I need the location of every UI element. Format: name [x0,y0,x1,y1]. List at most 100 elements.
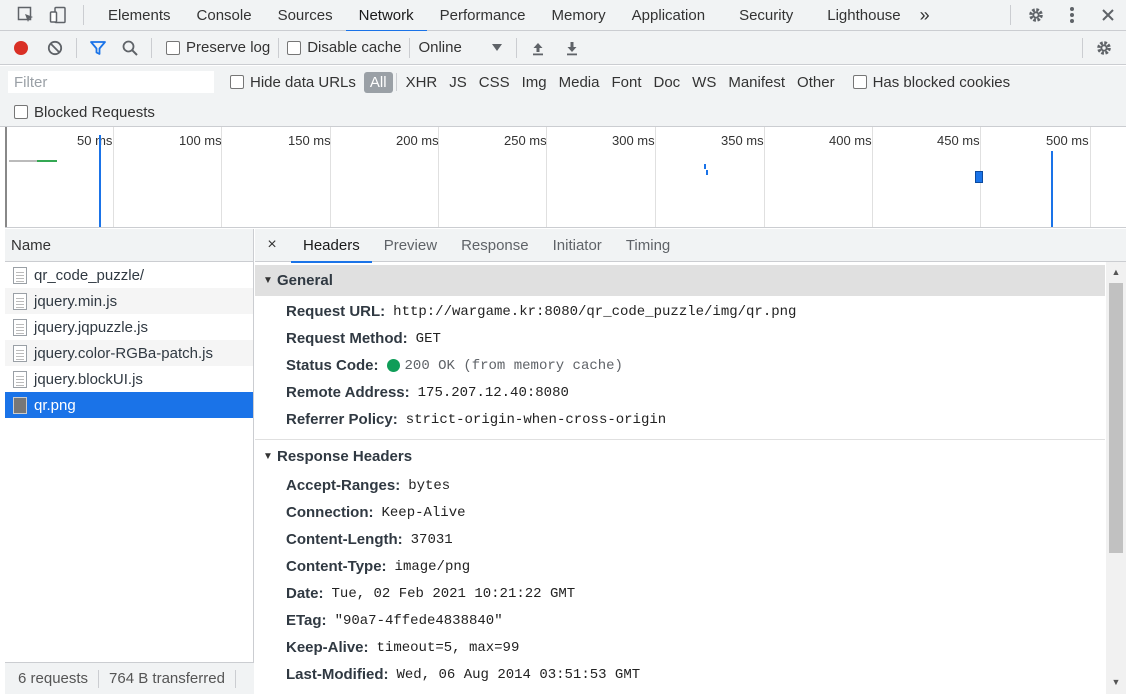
network-settings-gear-icon[interactable] [1091,35,1117,61]
dom-content-loaded-marker [99,135,101,227]
filter-type-css[interactable]: CSS [473,72,516,93]
toolbar-separator [151,37,152,58]
list-item[interactable]: jquery.blockUI.js [5,366,253,392]
clear-icon[interactable] [42,35,68,61]
scroll-up-arrow-icon[interactable]: ▲ [1106,264,1126,280]
general-section-header[interactable]: ▼ General [255,265,1105,296]
header-key: Content-Type: [286,558,387,575]
blocked-requests-checkbox[interactable]: Blocked Requests [14,104,155,121]
tab-security[interactable]: Security [726,0,806,31]
header-value: Keep-Alive [381,504,466,521]
filter-type-other[interactable]: Other [791,72,841,93]
has-blocked-cookies-checkbox[interactable]: Has blocked cookies [852,74,1010,91]
close-devtools-icon[interactable] [1098,5,1118,25]
tab-performance[interactable]: Performance [427,0,539,31]
tab-response[interactable]: Response [449,229,541,262]
checkbox-box[interactable] [14,105,28,119]
header-value: 200 OK (from memory cache) [404,357,623,374]
tab-elements[interactable]: Elements [95,0,184,31]
filter-type-js[interactable]: JS [443,72,473,93]
overview-tick-label: 150 ms [288,133,331,148]
filter-type-media[interactable]: Media [553,72,606,93]
details-scrollbar[interactable]: ▲ ▼ [1106,262,1126,694]
summary-separator [234,669,236,688]
tab-initiator[interactable]: Initiator [541,229,614,262]
blocked-requests-label: Blocked Requests [34,103,155,121]
filter-input[interactable] [8,71,214,93]
header-row: Referrer Policy: strict-origin-when-cross… [255,406,1106,433]
preserve-log-checkbox[interactable]: Preserve log [166,39,270,56]
inspect-element-icon[interactable] [16,5,36,25]
response-headers-title: Response Headers [277,448,413,465]
preserve-log-label: Preserve log [186,39,271,56]
scroll-down-arrow-icon[interactable]: ▼ [1106,674,1126,690]
overview-gridline [1090,127,1091,227]
list-item[interactable]: jquery.min.js [5,288,253,314]
tab-sources[interactable]: Sources [265,0,346,31]
disable-cache-checkbox[interactable]: Disable cache [287,39,401,56]
filter-type-all[interactable]: All [363,71,393,93]
checkbox-box[interactable] [287,40,302,55]
header-value: http://wargame.kr:8080/qr_code_puzzle/im… [393,303,797,320]
request-name: jquery.blockUI.js [34,370,143,388]
header-row: Status Code: 200 OK (from memory cache) [255,352,1106,379]
hide-data-urls-label: Hide data URLs [250,73,356,91]
toolbar-separator [409,37,411,58]
filter-type-font[interactable]: Font [605,72,647,93]
record-icon[interactable] [8,35,34,61]
settings-gear-icon[interactable] [1026,5,1046,25]
header-key: Content-Length: [286,531,403,548]
network-overview[interactable]: 50 ms 100 ms 150 ms 200 ms 250 ms 300 ms… [5,127,1126,228]
export-har-icon[interactable] [559,35,585,61]
request-details-pane: × Headers Preview Response Initiator Tim… [255,229,1126,694]
tab-memory[interactable]: Memory [539,0,619,31]
toolbar-separator [83,5,84,25]
toolbar-separator [278,37,280,58]
request-bar-blue [706,170,708,175]
device-toolbar-icon[interactable] [48,5,68,25]
tab-lighthouse[interactable]: Lighthouse [814,0,913,31]
response-headers-section-header[interactable]: ▼ Response Headers [255,441,1106,472]
list-item[interactable]: qr_code_puzzle/ [5,262,253,288]
filter-type-img[interactable]: Img [516,72,553,93]
filter-type-doc[interactable]: Doc [647,72,686,93]
scrollbar-thumb[interactable] [1109,283,1123,553]
hide-data-urls-checkbox[interactable]: Hide data URLs [230,74,356,91]
general-section-title: General [277,272,333,289]
tab-network[interactable]: Network [345,0,427,32]
checkbox-box[interactable] [166,40,180,55]
tab-application[interactable]: Application [619,0,718,31]
list-item[interactable]: jquery.color-RGBa-patch.js [5,340,253,366]
more-tabs-button[interactable]: » [914,0,936,31]
filter-icon[interactable] [85,35,111,61]
tab-timing[interactable]: Timing [614,229,682,262]
checkbox-box[interactable] [852,75,867,89]
tab-console[interactable]: Console [184,0,265,31]
search-icon[interactable] [117,35,143,61]
import-har-icon[interactable] [525,35,551,61]
overview-gridline [655,127,656,227]
overview-tick-label: 350 ms [721,133,764,148]
throttling-value: Online [418,39,462,56]
checkbox-box[interactable] [230,75,244,89]
list-item-selected[interactable]: qr.png [5,392,253,418]
tab-preview[interactable]: Preview [372,229,449,262]
load-event-marker [1051,151,1053,227]
header-value: bytes [408,477,451,494]
document-file-icon [13,266,27,284]
filter-type-xhr[interactable]: XHR [400,72,444,93]
header-row: Connection: Keep-Alive [255,499,1106,526]
more-options-icon[interactable] [1062,5,1082,25]
throttling-select[interactable]: Online [412,39,507,56]
close-details-icon[interactable]: × [263,236,281,254]
script-file-icon [13,292,27,310]
request-name: qr.png [34,396,76,414]
header-key: Remote Address: [286,384,410,401]
overview-tick-label: 500 ms [1046,133,1089,148]
tab-headers[interactable]: Headers [291,229,372,263]
list-item[interactable]: jquery.jqpuzzle.js [5,314,253,340]
request-name: jquery.jqpuzzle.js [34,318,148,336]
filter-type-ws[interactable]: WS [686,72,722,93]
name-column-header[interactable]: Name [5,229,253,262]
filter-type-manifest[interactable]: Manifest [722,72,791,93]
